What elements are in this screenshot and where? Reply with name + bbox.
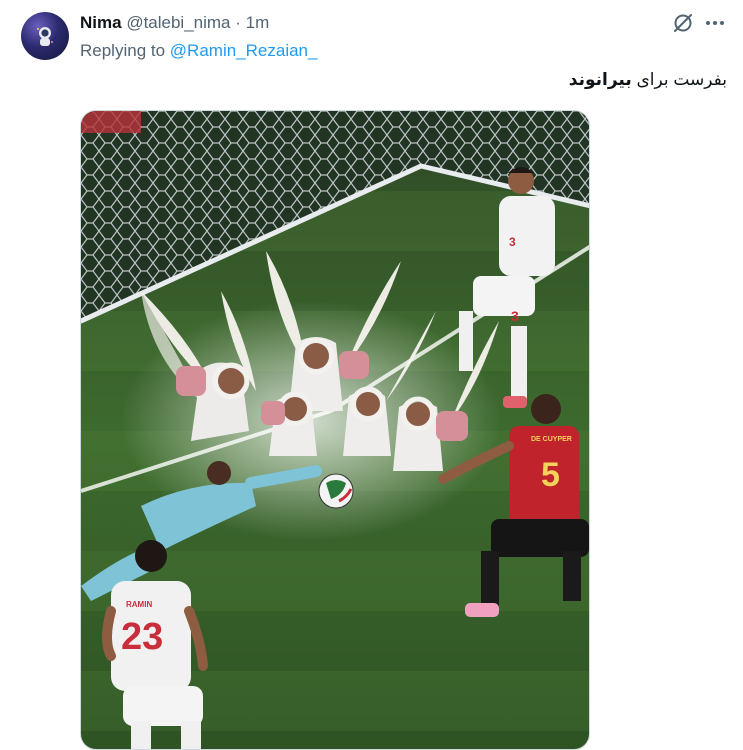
grok-icon[interactable]: [672, 12, 694, 34]
svg-text:DE CUYPER: DE CUYPER: [531, 436, 572, 443]
tweet-media-image[interactable]: 3 3 DE CUYPER 5 RAMIN 23: [80, 110, 590, 750]
author-name[interactable]: Nima: [80, 13, 122, 32]
soccer-ball: [318, 473, 354, 509]
astronaut-icon: [37, 27, 53, 46]
svg-text:3: 3: [509, 235, 516, 249]
svg-text:3: 3: [511, 308, 519, 324]
svg-text:5: 5: [541, 456, 560, 494]
avatar[interactable]: [21, 12, 69, 60]
svg-text:RAMIN: RAMIN: [126, 600, 152, 609]
separator-dot: ·: [235, 13, 241, 32]
reply-context: Replying to @Ramin_Rezaian_: [80, 40, 317, 62]
tweet-text-main: بفرست برای: [636, 70, 727, 89]
reply-mention-link[interactable]: @Ramin_Rezaian_: [170, 41, 318, 60]
more-icon[interactable]: [703, 12, 727, 34]
football-angels-illustration: 3 3 DE CUYPER 5 RAMIN 23: [81, 111, 589, 749]
reply-prefix: Replying to: [80, 41, 166, 60]
tweet-time[interactable]: 1m: [246, 13, 270, 32]
tweet-header: Nima @talebi_nima · 1m: [80, 12, 269, 34]
svg-text:23: 23: [121, 616, 163, 658]
author-handle[interactable]: @talebi_nima: [126, 13, 230, 32]
tweet-text-bold: بیرانوند: [568, 70, 632, 89]
tweet-text: بفرست برای بیرانوند: [569, 68, 727, 92]
